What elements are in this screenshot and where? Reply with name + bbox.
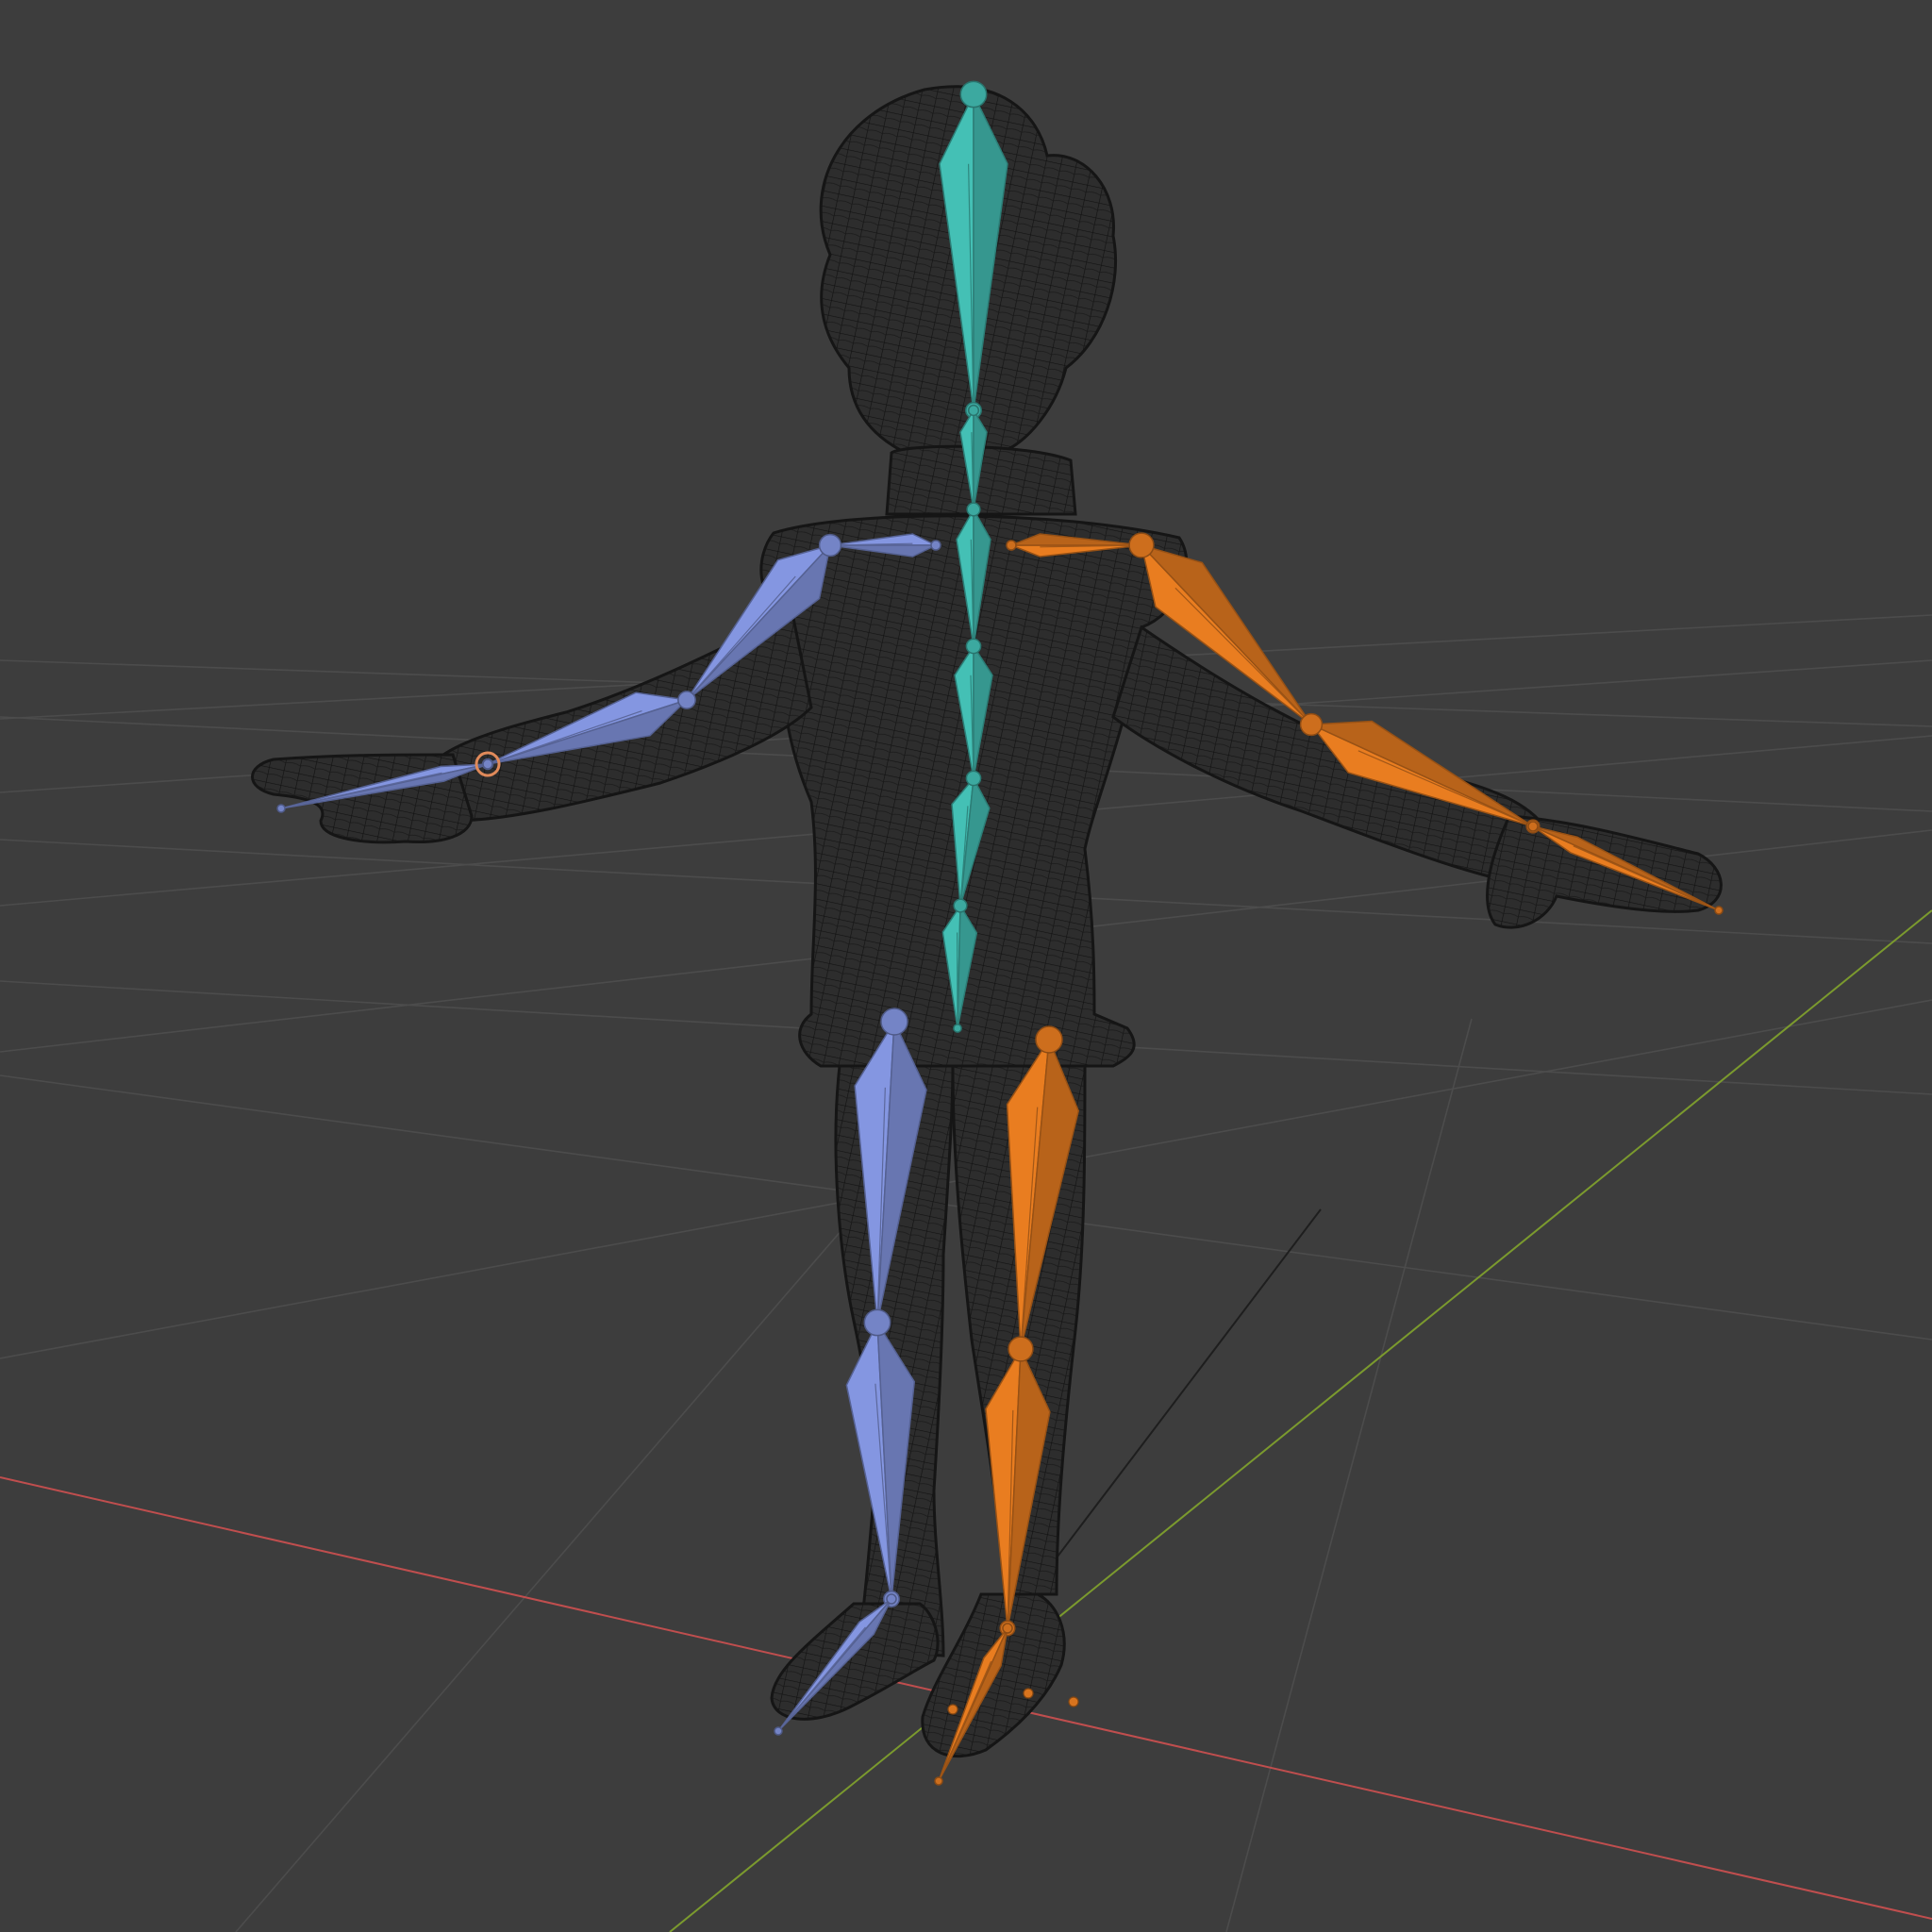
bone-head-joint[interactable] — [1128, 532, 1155, 558]
toe-joint[interactable] — [1068, 1696, 1079, 1707]
bone-head-joint[interactable] — [1299, 712, 1324, 737]
toe-joint[interactable] — [1023, 1688, 1034, 1699]
bone-head-joint[interactable] — [886, 1593, 897, 1605]
bone-head-joint[interactable] — [1035, 1025, 1063, 1054]
bone-tail-joint[interactable] — [953, 1024, 962, 1033]
bone-head-joint[interactable] — [880, 1008, 908, 1036]
bone-tail-joint[interactable] — [1714, 906, 1724, 915]
bone-tail-joint[interactable] — [934, 1776, 943, 1786]
bone-head-joint[interactable] — [863, 1308, 891, 1337]
bone-head-joint[interactable] — [1002, 1623, 1013, 1634]
bone-head-joint[interactable] — [967, 404, 980, 417]
bone-tail-joint[interactable] — [276, 804, 286, 813]
toe-joint[interactable] — [947, 1704, 958, 1715]
bone-head-joint[interactable] — [1006, 540, 1017, 551]
bone-head-joint[interactable] — [677, 691, 696, 709]
bone-head-joint[interactable] — [965, 638, 982, 655]
3d-viewport[interactable] — [0, 0, 1932, 1932]
bone-head-joint[interactable] — [482, 758, 493, 770]
bone-tail-joint[interactable] — [774, 1726, 783, 1736]
bone-head-joint[interactable] — [953, 898, 968, 913]
bone-head-joint[interactable] — [1527, 821, 1539, 832]
bone-head-joint[interactable] — [966, 502, 981, 517]
bone-head-joint[interactable] — [965, 770, 982, 787]
viewport-canvas[interactable] — [0, 0, 1932, 1932]
bone-head-joint[interactable] — [959, 80, 988, 108]
bone-head-joint[interactable] — [1008, 1336, 1034, 1362]
bone-head-joint[interactable] — [818, 533, 842, 558]
bone-head-joint[interactable] — [930, 540, 941, 551]
